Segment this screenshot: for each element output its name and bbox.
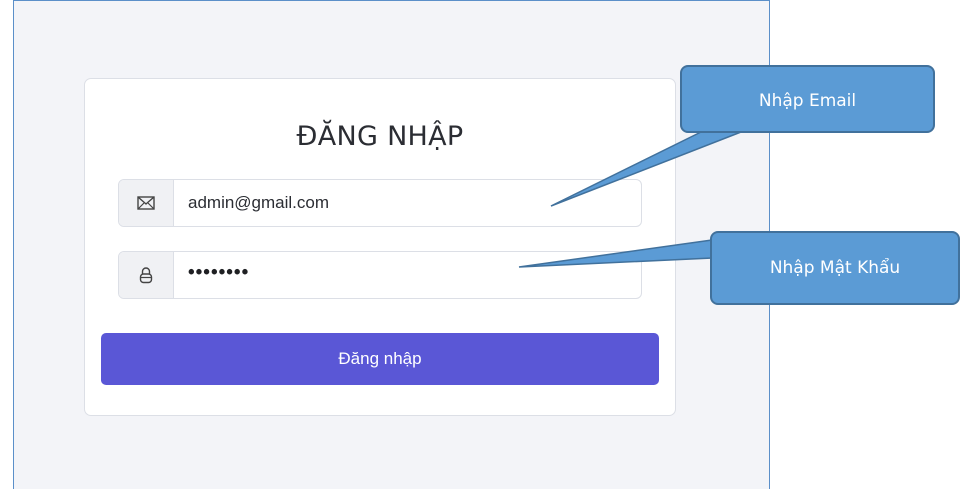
password-input[interactable]: •••••••• [174,252,641,298]
password-mask: •••••••• [188,262,250,283]
envelope-icon [119,180,174,226]
app-background: ĐĂNG NHẬP admin@gmail.com •••••••• Đăng … [13,0,770,489]
password-field-group: •••••••• [118,251,642,299]
login-button[interactable]: Đăng nhập [101,333,659,385]
lock-icon [119,252,174,298]
email-callout: Nhập Email [680,65,935,133]
login-card: ĐĂNG NHẬP admin@gmail.com •••••••• Đăng … [84,78,676,416]
email-field-group: admin@gmail.com [118,179,642,227]
email-input[interactable]: admin@gmail.com [174,180,641,226]
page-title: ĐĂNG NHẬP [296,121,464,152]
password-callout: Nhập Mật Khẩu [710,231,960,305]
